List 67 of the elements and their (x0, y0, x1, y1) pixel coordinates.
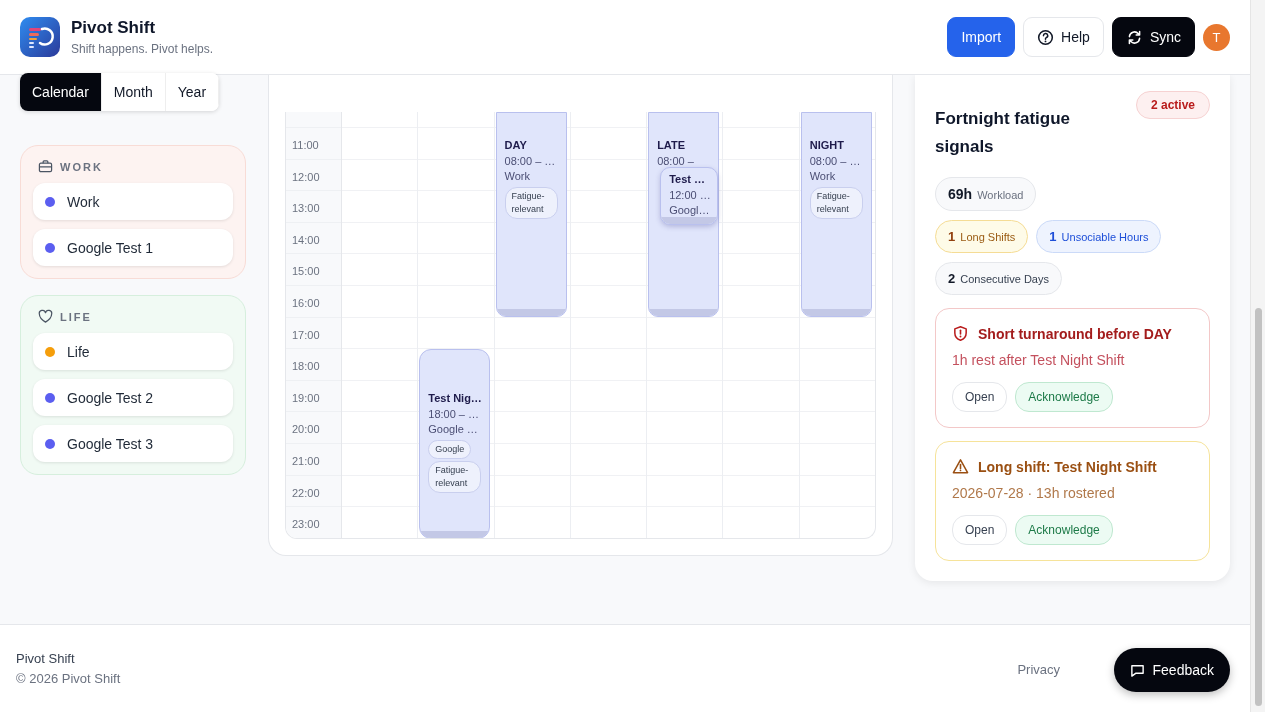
stat-pill: 1 Long Shifts (935, 220, 1029, 253)
shift-event[interactable]: Test … 12:00 … Googl… (660, 167, 719, 225)
hour-label: 13:00 (292, 202, 320, 215)
chat-icon (1129, 662, 1145, 678)
open-button[interactable]: Open (952, 382, 1008, 412)
event-tag: Fatigue-relevant (504, 187, 558, 219)
hour-label: 14:00 (292, 233, 320, 246)
view-tab[interactable]: Month (101, 73, 166, 111)
footer-brand: Pivot Shift (16, 651, 76, 666)
stat-pill: 1 Unsociable Hours (1036, 220, 1162, 253)
resize-handle[interactable] (420, 531, 490, 538)
panel-title: Fortnight fatigue signals (935, 108, 1072, 158)
sync-button[interactable]: Sync (1111, 17, 1195, 57)
stat-pill: 69h Workload (935, 177, 1037, 211)
heart-icon (38, 309, 53, 324)
resize-handle[interactable] (801, 309, 871, 316)
alert-detail: 2026-07-28 · 13h rostered (952, 485, 1116, 501)
alert-title: Short turnaround before DAY (978, 325, 1172, 342)
calendar-item[interactable]: Google Test 3 (33, 425, 233, 462)
shift-event[interactable]: Test Nig… 18:00 – … Google … Google Fatigue-relevant (419, 349, 491, 538)
hour-label: 21:00 (292, 454, 320, 467)
hour-label: 17:00 (292, 328, 320, 341)
resize-handle[interactable] (661, 217, 718, 224)
shift-event[interactable]: DAY 08:00 – … Work Fatigue-relevant (495, 112, 567, 317)
alert-detail: 1h rest after Test Night Shift (952, 352, 1126, 368)
calendar-item[interactable]: Google Test 1 (33, 229, 233, 266)
hour-label: 19:00 (292, 391, 320, 404)
hour-label: 15:00 (292, 265, 320, 278)
footer-link[interactable]: Privacy (1017, 662, 1060, 712)
acknowledge-button[interactable]: Acknowledge (1015, 515, 1113, 545)
hour-label: 23:00 (292, 518, 320, 531)
feedback-button[interactable]: Feedback (1113, 648, 1230, 692)
group-title: LIFE (60, 310, 92, 323)
resize-handle[interactable] (649, 309, 719, 316)
hour-label: 18:00 (292, 360, 320, 373)
event-tag: Google (428, 440, 472, 459)
alert-title: Long shift: Test Night Shift (978, 458, 1157, 475)
view-tab[interactable]: Calendar (20, 73, 102, 111)
acknowledge-button[interactable]: Acknowledge (1015, 382, 1113, 412)
hour-label: 12:00 (292, 170, 320, 183)
stat-pill: 2 Consecutive Days (935, 262, 1062, 295)
resize-handle[interactable] (496, 309, 566, 316)
hour-label: 11:00 (292, 139, 319, 151)
view-tab[interactable]: Year (165, 73, 220, 111)
scrollbar[interactable] (1250, 0, 1265, 712)
event-tag: Fatigue-relevant (809, 187, 863, 219)
app-tagline: Shift happens. Pivot helps. (71, 42, 214, 56)
import-button[interactable]: Import (947, 17, 1016, 57)
hour-label: 22:00 (292, 486, 320, 499)
calendar-item[interactable]: Life (33, 333, 233, 370)
active-count-badge: 2 active (1135, 91, 1210, 119)
help-button[interactable]: Help (1023, 17, 1104, 57)
calendar-item[interactable]: Google Test 2 (33, 379, 233, 416)
app-logo (20, 17, 60, 57)
app-name: Pivot Shift (71, 18, 157, 38)
copyright-text: © 2026 Pivot Shift (16, 671, 121, 686)
calendar-item[interactable]: Work (33, 183, 233, 220)
event-tag: Fatigue-relevant (428, 461, 482, 493)
shield-alert-icon (952, 325, 969, 342)
open-button[interactable]: Open (952, 515, 1008, 545)
hour-label: 16:00 (292, 296, 320, 309)
group-title: WORK (60, 160, 103, 173)
shift-event[interactable]: NIGHT 08:00 – … Work Fatigue-relevant (800, 112, 872, 317)
hour-label: 20:00 (292, 423, 320, 436)
help-icon (1037, 28, 1055, 46)
warning-icon (952, 458, 969, 475)
briefcase-icon (38, 159, 53, 174)
